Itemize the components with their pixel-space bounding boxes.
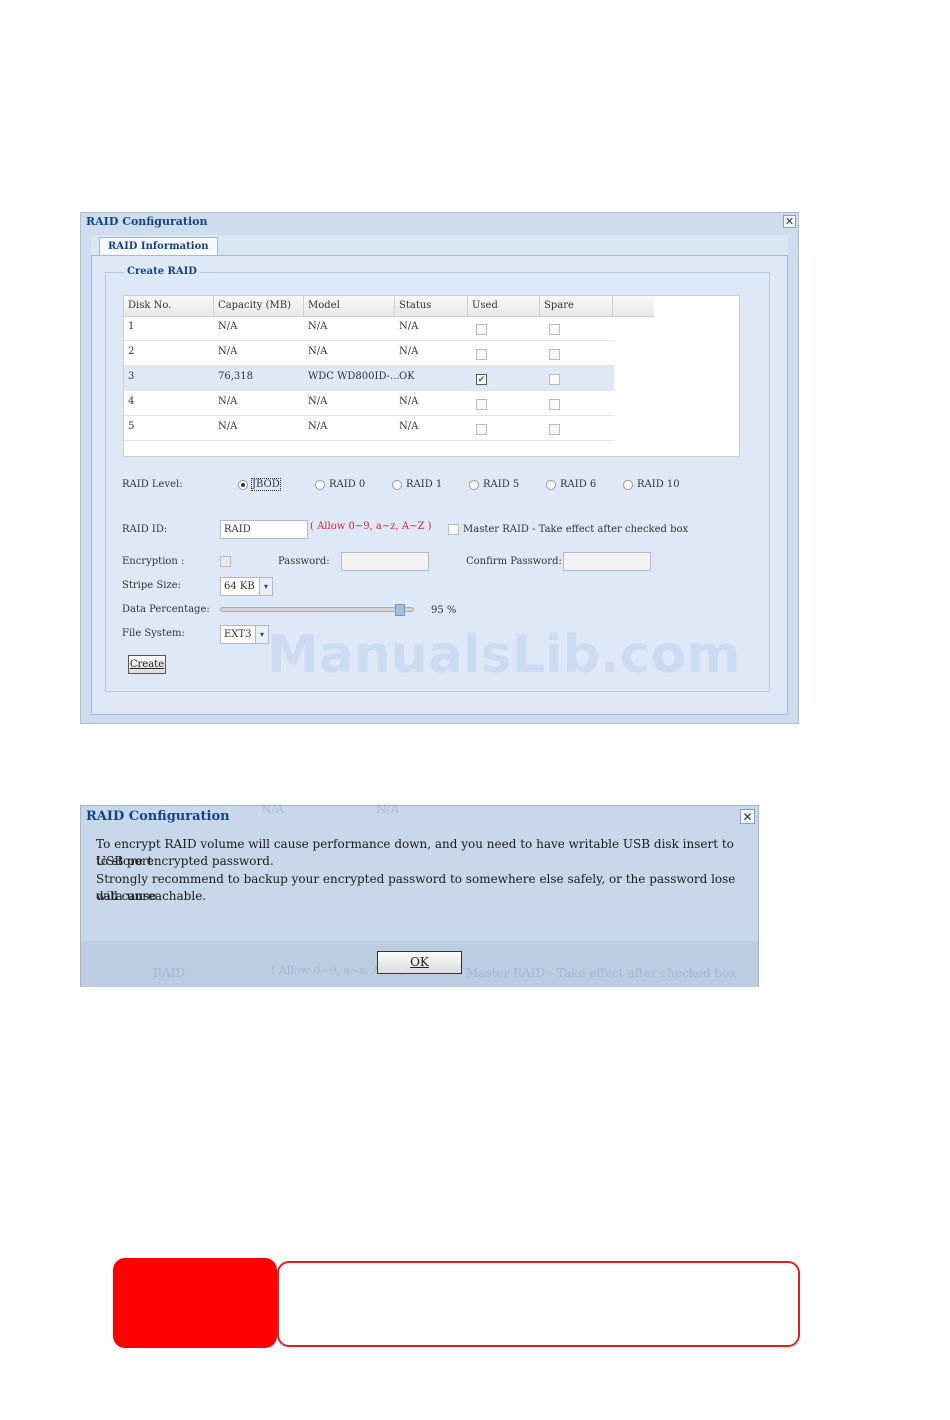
used-checkbox[interactable] [476, 424, 487, 435]
close-icon[interactable]: ✕ [783, 215, 796, 228]
cell-model: N/A [308, 346, 328, 357]
table-row[interactable]: 5 N/A N/A N/A [124, 416, 614, 441]
password-label: Password: [278, 556, 330, 567]
note-content-frame [277, 1261, 800, 1347]
stripe-size-chevron-down-icon[interactable]: ▾ [259, 577, 273, 596]
used-checkbox[interactable] [476, 349, 487, 360]
table-row[interactable]: 4 N/A N/A N/A [124, 391, 614, 416]
cell-status: N/A [399, 396, 419, 407]
data-percentage-value: 95 % [431, 605, 457, 616]
dialog-title: RAID Configuration [86, 809, 230, 824]
cell-disk: 5 [128, 421, 135, 432]
cell-model: N/A [308, 396, 328, 407]
cell-disk: 3 [128, 371, 135, 382]
used-checkbox[interactable] [476, 324, 487, 335]
create-raid-legend: Create RAID [124, 266, 200, 277]
dialog-close-icon[interactable]: ✕ [740, 809, 755, 824]
cell-capacity: N/A [218, 421, 238, 432]
note-label-box [113, 1258, 277, 1348]
table-row[interactable]: 1 N/A N/A N/A [124, 316, 614, 341]
file-system-label: File System: [122, 628, 185, 639]
raid-level-radio-raid-6[interactable] [546, 480, 556, 490]
table-row[interactable]: 3 76,318 WDC WD800ID-... OK ✔ [124, 366, 614, 391]
spare-checkbox[interactable] [549, 424, 560, 435]
confirm-password-input[interactable] [563, 552, 651, 571]
disk-grid: Disk No. Capacity (MB) Model Status Used… [123, 295, 740, 457]
cell-model: WDC WD800ID-... [308, 371, 400, 382]
used-checkbox[interactable] [476, 399, 487, 410]
dialog-message-line-2: to store encrypted password. [96, 854, 274, 868]
raid-level-radio-raid-10[interactable] [623, 480, 633, 490]
confirm-password-label: Confirm Password: [466, 556, 562, 567]
cell-status: N/A [399, 346, 419, 357]
tab-bar: RAID Information [91, 235, 788, 256]
watermark-text: ManualsLib.com [267, 625, 741, 685]
file-system-select[interactable]: EXT3 [220, 625, 256, 644]
window-title: RAID Configuration [86, 215, 208, 228]
col-capacity[interactable]: Capacity (MB) [214, 296, 304, 316]
raid-id-input[interactable]: RAID [220, 520, 308, 539]
cell-status: N/A [399, 421, 419, 432]
encryption-label: Encryption : [122, 556, 185, 567]
col-status[interactable]: Status [395, 296, 468, 316]
raid-id-hint: ( Allow 0~9, a~z, A~Z ) [310, 521, 432, 532]
raid-level-label-raid-10[interactable]: RAID 10 [637, 479, 680, 490]
cell-capacity: 76,318 [218, 371, 253, 382]
background-ghost-text-2: N/A [376, 802, 400, 816]
tab-raid-information[interactable]: RAID Information [99, 237, 218, 255]
raid-level-radio-raid-5[interactable] [469, 480, 479, 490]
data-percentage-label: Data Percentage: [122, 604, 210, 615]
cell-status: N/A [399, 321, 419, 332]
spare-checkbox[interactable] [549, 324, 560, 335]
cell-capacity: N/A [218, 321, 238, 332]
spare-checkbox[interactable] [549, 399, 560, 410]
raid-level-radio-raid-1[interactable] [392, 480, 402, 490]
cell-capacity: N/A [218, 346, 238, 357]
col-disk-no[interactable]: Disk No. [124, 296, 214, 316]
raid-level-radio-jbod[interactable] [238, 480, 248, 490]
cell-status: OK [399, 371, 415, 382]
col-spare[interactable]: Spare [540, 296, 613, 316]
background-ghost-raid: RAID [153, 966, 186, 980]
cell-disk: 4 [128, 396, 135, 407]
raid-level-label-raid-1[interactable]: RAID 1 [406, 479, 442, 490]
raid-level-radio-raid-0[interactable] [315, 480, 325, 490]
background-ghost-text-1: N/A [261, 802, 285, 816]
master-raid-label: Master RAID - Take effect after checked … [463, 524, 689, 535]
cell-model: N/A [308, 421, 328, 432]
data-percentage-slider-track[interactable] [220, 607, 414, 612]
cell-disk: 1 [128, 321, 135, 332]
cell-disk: 2 [128, 346, 135, 357]
raid-level-label-raid-5[interactable]: RAID 5 [483, 479, 519, 490]
raid-level-label-jbod[interactable]: JBOD [251, 478, 281, 491]
ok-button[interactable]: OK [377, 951, 462, 974]
raid-level-label: RAID Level: [122, 479, 183, 490]
cell-capacity: N/A [218, 396, 238, 407]
cell-model: N/A [308, 321, 328, 332]
dialog-message-line-4: data unreachable. [96, 889, 207, 903]
used-checkbox[interactable]: ✔ [476, 374, 487, 385]
raid-level-label-raid-6[interactable]: RAID 6 [560, 479, 596, 490]
master-raid-checkbox[interactable] [448, 524, 459, 535]
spare-checkbox[interactable] [549, 349, 560, 360]
stripe-size-select[interactable]: 64 KB [220, 577, 260, 596]
spare-checkbox[interactable] [549, 374, 560, 385]
encryption-warning-dialog: N/A N/A RAID Configuration ✕ To encrypt … [80, 802, 759, 987]
encryption-checkbox[interactable] [220, 556, 231, 567]
password-input[interactable] [341, 552, 429, 571]
background-ghost-master: Master RAID - Take effect after checked … [466, 966, 737, 980]
col-used[interactable]: Used [468, 296, 540, 316]
raid-level-label-raid-0[interactable]: RAID 0 [329, 479, 365, 490]
data-percentage-slider-thumb[interactable] [394, 604, 405, 616]
stripe-size-label: Stripe Size: [122, 580, 181, 591]
col-model[interactable]: Model [304, 296, 395, 316]
create-button[interactable]: Create [128, 655, 166, 674]
raid-id-label: RAID ID: [122, 524, 168, 535]
grid-header: Disk No. Capacity (MB) Model Status Used… [124, 296, 654, 317]
table-row[interactable]: 2 N/A N/A N/A [124, 341, 614, 366]
